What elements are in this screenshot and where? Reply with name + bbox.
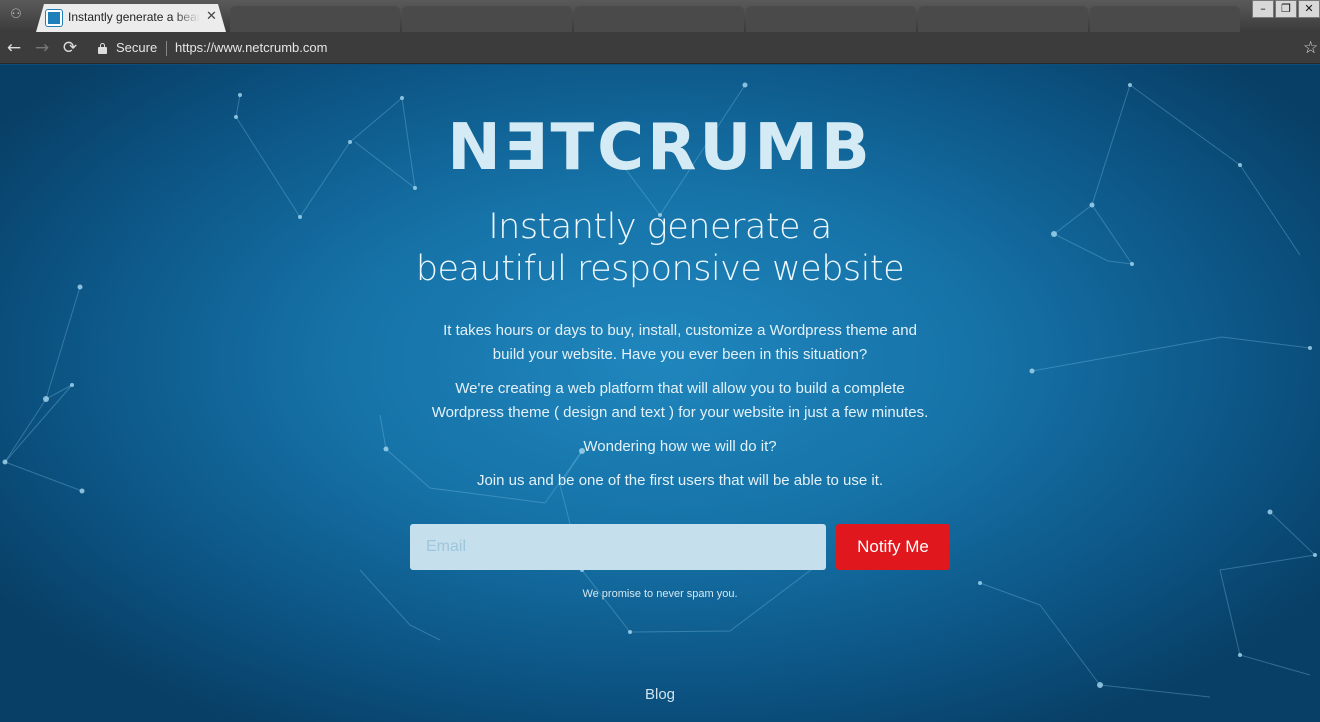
url-separator (166, 41, 167, 56)
browser-tab-background[interactable] (746, 6, 916, 32)
intro-paragraph: It takes hours or days to buy, install, … (380, 319, 980, 367)
headline-line-2: beautiful responsive website (415, 249, 905, 289)
minimize-icon[interactable]: – (1252, 0, 1274, 18)
forward-arrow-icon[interactable]: → (32, 38, 52, 58)
platform-paragraph: We're creating a web platform that will … (380, 377, 980, 425)
browser-menu-icon[interactable]: ⚇ (2, 4, 30, 26)
netcrumb-favicon-icon (46, 10, 62, 26)
secure-label[interactable]: Secure (116, 40, 157, 55)
close-window-icon[interactable]: ✕ (1298, 0, 1320, 18)
intro-line-1: It takes hours or days to buy, install, … (443, 322, 917, 339)
lock-icon (98, 43, 108, 54)
browser-tab-strip: ⚇ Instantly generate a beautiful respons… (0, 0, 1320, 32)
restore-icon[interactable]: ❐ (1275, 0, 1297, 18)
browser-tab-active[interactable]: Instantly generate a beautiful responsiv… (36, 4, 226, 32)
notify-me-button[interactable]: Notify Me (836, 524, 950, 570)
intro-line-2: build your website. Have you ever been i… (492, 346, 868, 363)
wondering-text: Wondering how we will do it? (583, 438, 777, 455)
page-viewport: N∃TCRUMB Instantly generate a beautiful … (0, 65, 1320, 722)
blog-link[interactable]: Blog (0, 686, 1320, 703)
browser-tab-background[interactable] (402, 6, 572, 32)
back-arrow-icon[interactable]: ← (4, 38, 24, 58)
spam-promise-text: We promise to never spam you. (582, 588, 738, 600)
browser-tab-background[interactable] (574, 6, 744, 32)
browser-tab-background[interactable] (1090, 6, 1240, 32)
window-controls: – ❐ ✕ (1252, 0, 1320, 20)
join-text: Join us and be one of the first users th… (476, 472, 884, 489)
browser-tab-background[interactable] (918, 6, 1088, 32)
browser-toolbar: ← → ⟳ Secure https://www.netcrumb.com ☆ (0, 32, 1320, 64)
page-headline: Instantly generate a beautiful responsiv… (0, 206, 1320, 290)
email-input[interactable] (410, 524, 826, 570)
close-tab-icon[interactable]: ✕ (206, 9, 217, 24)
platform-line-2: Wordpress theme ( design and text ) for … (431, 404, 929, 421)
browser-tab-background[interactable] (230, 6, 400, 32)
reload-icon[interactable]: ⟳ (60, 38, 80, 58)
address-bar[interactable]: https://www.netcrumb.com (175, 40, 327, 55)
headline-line-1: Instantly generate a (488, 207, 832, 247)
tab-title: Instantly generate a beautiful responsiv… (68, 10, 200, 24)
bookmark-star-icon[interactable]: ☆ (1303, 38, 1318, 58)
netcrumb-logo[interactable]: N∃TCRUMB (0, 111, 1320, 185)
platform-line-1: We're creating a web platform that will … (455, 380, 905, 397)
